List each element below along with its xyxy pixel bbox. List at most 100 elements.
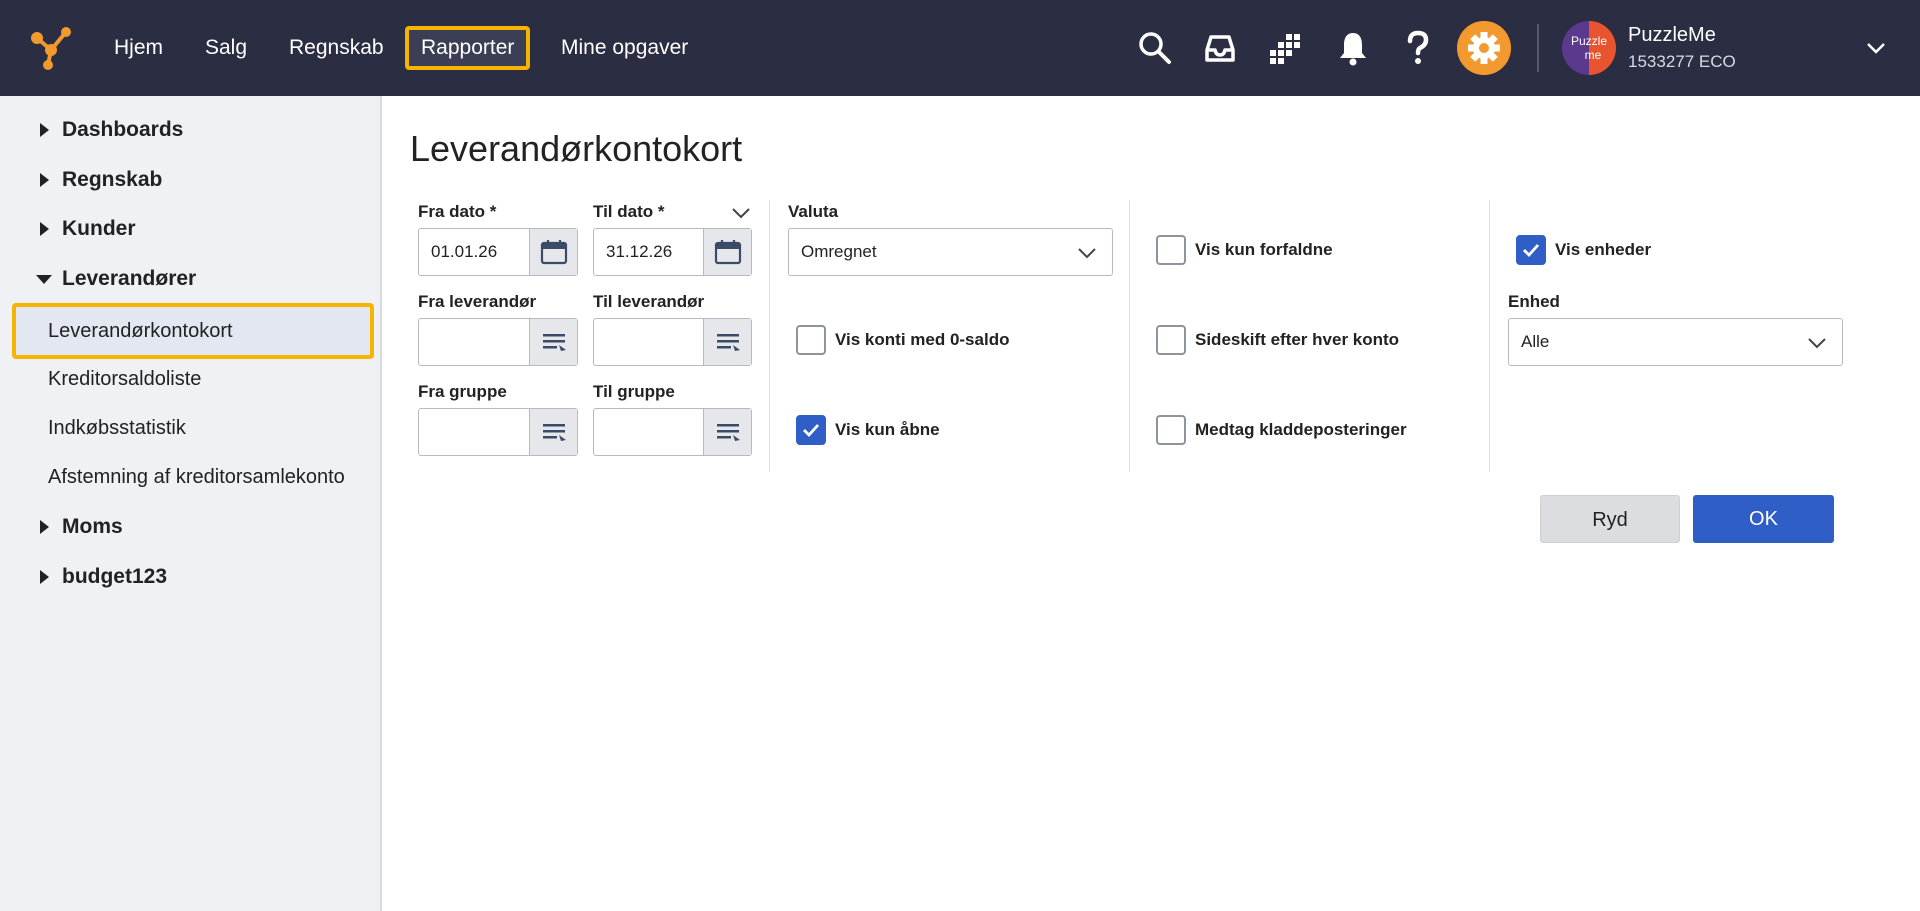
- checkbox-box[interactable]: [1156, 325, 1186, 355]
- chevron-down-icon[interactable]: [1864, 36, 1888, 60]
- list-lookup-icon: [716, 424, 740, 441]
- sidebar-item-afstemning[interactable]: Afstemning af kreditorsamlekonto: [48, 466, 353, 489]
- column-divider: [1129, 200, 1130, 472]
- sidebar-group-dashboards[interactable]: Dashboards: [34, 115, 183, 145]
- nav-rapporter[interactable]: Rapporter: [405, 26, 531, 70]
- fra-leverandor-field[interactable]: [418, 318, 578, 366]
- checkbox-box[interactable]: [1156, 415, 1186, 445]
- caret-right-icon: [40, 123, 49, 137]
- checkbox-box[interactable]: [796, 325, 826, 355]
- sidebar-item-kreditorsaldoliste[interactable]: Kreditorsaldoliste: [48, 368, 353, 391]
- checkmark-icon: [803, 424, 820, 438]
- nav-mine-opgaver[interactable]: Mine opgaver: [549, 26, 700, 70]
- fra-dato-field[interactable]: 01.01.26: [418, 228, 578, 276]
- valuta-select[interactable]: Omregnet: [788, 228, 1113, 276]
- vis-kun-abne-checkbox[interactable]: Vis kun åbne: [796, 415, 940, 445]
- enhed-select[interactable]: Alle: [1508, 318, 1843, 366]
- calendar-icon: [714, 240, 741, 265]
- sidebar-group-label: Kunder: [62, 217, 136, 240]
- ryd-button[interactable]: Ryd: [1540, 495, 1680, 543]
- checkbox-box[interactable]: [796, 415, 826, 445]
- til-leverandor-lookup-button[interactable]: [703, 319, 751, 365]
- vis-kun-forfaldne-checkbox[interactable]: Vis kun forfaldne: [1156, 235, 1333, 265]
- checkbox-label: Sideskift efter hver konto: [1195, 330, 1400, 349]
- checkbox-label: Medtag kladdeposteringer: [1195, 420, 1407, 439]
- til-dato-value: 31.12.26: [606, 242, 673, 261]
- til-leverandor-field[interactable]: [593, 318, 752, 366]
- fra-dato-value: 01.01.26: [431, 242, 498, 261]
- sidebar-group-kunder[interactable]: Kunder: [34, 214, 136, 244]
- bell-icon[interactable]: [1333, 28, 1373, 68]
- top-navigation-bar: Hjem Salg Regnskab Rapporter Mine opgave…: [0, 0, 1920, 96]
- medtag-kladde-checkbox[interactable]: Medtag kladdeposteringer: [1156, 415, 1407, 445]
- nav-regnskab[interactable]: Regnskab: [277, 26, 396, 70]
- user-name[interactable]: PuzzleMe: [1628, 24, 1716, 47]
- til-dato-label: Til dato *: [593, 202, 665, 221]
- enhed-label: Enhed: [1508, 292, 1560, 311]
- list-lookup-icon: [716, 334, 740, 351]
- column-divider: [769, 200, 770, 472]
- gear-icon: [1468, 32, 1500, 64]
- sidebar-group-moms[interactable]: Moms: [34, 512, 123, 542]
- ok-button[interactable]: OK: [1693, 495, 1834, 543]
- fra-gruppe-lookup-button[interactable]: [529, 409, 577, 455]
- chevron-down-icon[interactable]: [730, 202, 752, 224]
- sidebar-group-label: Leverandører: [62, 267, 197, 290]
- chevron-down-icon: [1808, 338, 1826, 349]
- enhed-value: Alle: [1521, 332, 1550, 351]
- apps-grid-icon[interactable]: [1265, 28, 1305, 68]
- avatar-text-top: Puzzle: [1571, 34, 1607, 48]
- checkbox-label: Vis konti med 0-saldo: [835, 330, 1010, 349]
- valuta-value: Omregnet: [801, 242, 877, 261]
- sidebar-group-regnskab[interactable]: Regnskab: [34, 165, 162, 195]
- inbox-icon[interactable]: [1200, 28, 1240, 68]
- til-dato-field[interactable]: 31.12.26: [593, 228, 752, 276]
- chevron-down-icon: [1078, 248, 1096, 259]
- caret-down-icon: [36, 275, 52, 284]
- vis-enheder-checkbox[interactable]: Vis enheder: [1516, 235, 1651, 265]
- sidebar-group-label: budget123: [62, 565, 168, 588]
- til-gruppe-label: Til gruppe: [593, 382, 675, 401]
- fra-gruppe-field[interactable]: [418, 408, 578, 456]
- caret-right-icon: [40, 570, 49, 584]
- column-divider: [1489, 200, 1490, 472]
- fra-leverandor-label: Fra leverandør: [418, 292, 537, 311]
- avatar[interactable]: Puzzle me: [1562, 21, 1616, 75]
- logo-icon[interactable]: [28, 26, 74, 70]
- fra-leverandor-lookup-button[interactable]: [529, 319, 577, 365]
- sidebar: Dashboards Regnskab Kunder Leverandører …: [0, 96, 382, 911]
- sideskift-checkbox[interactable]: Sideskift efter hver konto: [1156, 325, 1399, 355]
- caret-right-icon: [40, 222, 49, 236]
- nav-salg[interactable]: Salg: [193, 26, 259, 70]
- search-icon[interactable]: [1135, 28, 1175, 68]
- checkbox-box[interactable]: [1516, 235, 1546, 265]
- sidebar-item-indkobsstatistik[interactable]: Indkøbsstatistik: [48, 417, 353, 440]
- checkbox-label: Vis enheder: [1555, 240, 1652, 259]
- calendar-icon: [540, 240, 567, 265]
- fra-dato-calendar-button[interactable]: [529, 229, 577, 275]
- sidebar-group-label: Moms: [62, 515, 123, 538]
- til-gruppe-lookup-button[interactable]: [703, 409, 751, 455]
- topbar-divider: [1537, 24, 1539, 72]
- fra-dato-label: Fra dato *: [418, 202, 497, 221]
- caret-right-icon: [40, 173, 49, 187]
- user-company[interactable]: 1533277 ECO: [1628, 52, 1736, 72]
- list-lookup-icon: [542, 334, 566, 351]
- vis-konti-0-saldo-checkbox[interactable]: Vis konti med 0-saldo: [796, 325, 1009, 355]
- caret-right-icon: [40, 520, 49, 534]
- til-dato-calendar-button[interactable]: [703, 229, 751, 275]
- avatar-text-bottom: me: [1585, 48, 1602, 62]
- nav-hjem[interactable]: Hjem: [102, 26, 175, 70]
- sidebar-item-leverandorkontokort[interactable]: Leverandørkontokort: [12, 303, 374, 359]
- settings-button[interactable]: [1457, 21, 1511, 75]
- sidebar-group-label: Regnskab: [62, 168, 163, 191]
- checkmark-icon: [1523, 244, 1540, 258]
- help-icon[interactable]: [1398, 28, 1438, 68]
- til-gruppe-field[interactable]: [593, 408, 752, 456]
- checkbox-box[interactable]: [1156, 235, 1186, 265]
- checkbox-label: Vis kun forfaldne: [1195, 240, 1333, 259]
- sidebar-group-budget[interactable]: budget123: [34, 562, 167, 592]
- sidebar-group-leverandorer[interactable]: Leverandører: [34, 264, 196, 294]
- fra-gruppe-label: Fra gruppe: [418, 382, 507, 401]
- valuta-label: Valuta: [788, 202, 839, 221]
